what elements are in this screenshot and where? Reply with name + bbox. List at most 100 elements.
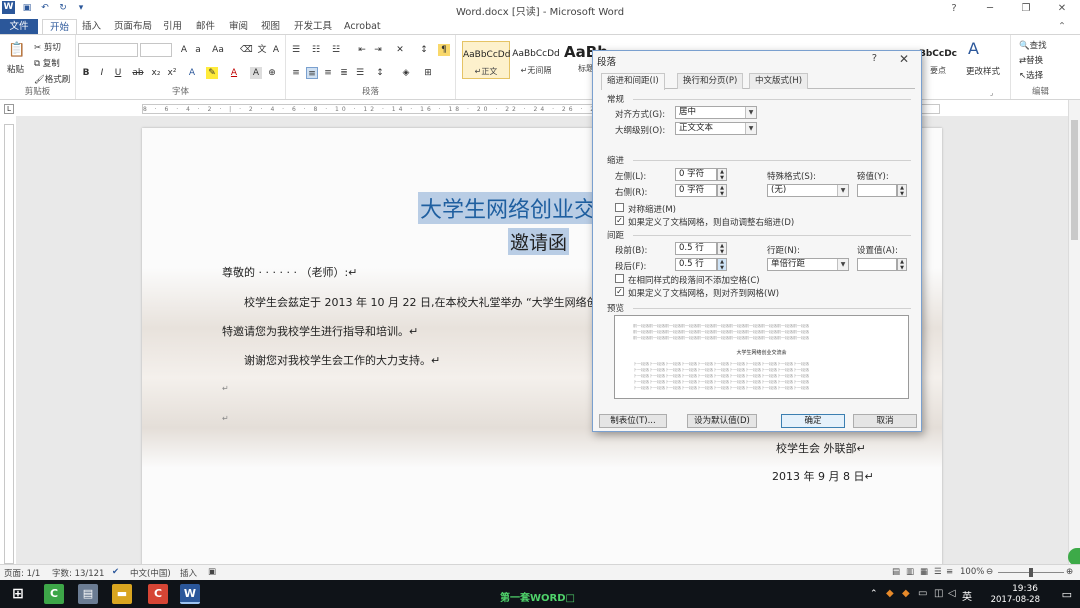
by-value-spinner[interactable]: ▲ ▼	[897, 184, 907, 197]
dialog-close-button[interactable]: ✕	[899, 52, 909, 66]
tray-app-icon[interactable]: ◆	[902, 588, 910, 599]
zoom-slider-thumb[interactable]	[1029, 568, 1033, 577]
outline-level-select[interactable]: 正文文本 ▼	[675, 122, 757, 135]
increase-indent-icon[interactable]: ⇥	[372, 44, 384, 56]
tab-line-page-breaks[interactable]: 换行和分页(P)	[677, 73, 744, 89]
tab-references[interactable]: 引用	[163, 19, 182, 34]
style-normal[interactable]: AaBbCcDd ↵正文	[462, 41, 510, 79]
line-spacing-select[interactable]: 单倍行距 ▼	[767, 258, 849, 271]
tab-review[interactable]: 审阅	[229, 19, 248, 34]
start-icon[interactable]: ⊞	[8, 584, 28, 604]
snap-to-grid-checkbox[interactable]: ✓	[615, 287, 624, 296]
format-painter-button[interactable]: 🖌格式刷	[34, 73, 70, 85]
macro-record-icon[interactable]: ▣	[208, 567, 216, 577]
scrollbar-thumb[interactable]	[1071, 120, 1078, 240]
distributed-icon[interactable]: ☰	[354, 67, 366, 79]
camtasia-icon[interactable]: C	[44, 584, 64, 604]
tab-developer[interactable]: 开发工具	[294, 19, 332, 34]
bullets-icon[interactable]: ☰	[290, 44, 302, 56]
font-color-icon[interactable]: A	[228, 67, 240, 79]
superscript-icon[interactable]: x²	[166, 67, 178, 79]
recorder-icon[interactable]: C	[148, 584, 168, 604]
align-right-icon[interactable]: ≡	[322, 67, 334, 79]
special-format-select[interactable]: (无) ▼	[767, 184, 849, 197]
space-before-spinner[interactable]: ▲ ▼	[717, 242, 727, 255]
alignment-select[interactable]: 居中 ▼	[675, 106, 757, 119]
tab-asian-typography[interactable]: 中文版式(H)	[749, 73, 809, 89]
grow-font-icon[interactable]: A	[178, 44, 190, 56]
char-shading-icon[interactable]: A	[250, 67, 262, 79]
ime-indicator[interactable]: 英	[962, 588, 972, 603]
doc-heading-1[interactable]: 大学生网络创业交	[418, 192, 599, 224]
set-value-spinner[interactable]: ▲ ▼	[897, 258, 907, 271]
highlight-icon[interactable]: ✎	[206, 67, 218, 79]
sort-icon[interactable]: ↕	[418, 44, 430, 56]
chevron-down-icon[interactable]: ▼	[745, 107, 756, 118]
italic-icon[interactable]: I	[96, 67, 108, 79]
snap-to-grid-label[interactable]: 如果定义了文档网格，则对齐到网格(W)	[628, 287, 779, 299]
style-no-spacing[interactable]: AaBbCcDd ↵无间隔	[512, 41, 560, 79]
clock-time[interactable]: 19:36	[1012, 584, 1038, 594]
change-case-icon[interactable]: Aa	[212, 44, 224, 56]
page-count[interactable]: 页面: 1/1	[4, 567, 40, 579]
tab-view[interactable]: 视图	[261, 19, 280, 34]
copy-button[interactable]: ⧉ 复制	[34, 57, 60, 69]
tab-insert[interactable]: 插入	[82, 19, 101, 34]
shading-icon[interactable]: ◈	[400, 67, 412, 79]
auto-adjust-indent-label[interactable]: 如果定义了文档网格，则自动调整右缩进(D)	[628, 216, 794, 228]
cut-button[interactable]: ✂ 剪切	[34, 41, 61, 53]
chevron-down-icon[interactable]: ▼	[837, 259, 848, 270]
left-indent-input[interactable]: 0 字符	[675, 168, 717, 181]
battery-icon[interactable]: ▭	[918, 588, 927, 599]
volume-icon[interactable]: ◁	[948, 588, 956, 599]
auto-adjust-indent-checkbox[interactable]: ✓	[615, 216, 624, 225]
multilevel-list-icon[interactable]: ☳	[330, 44, 342, 56]
insert-mode[interactable]: 插入	[180, 567, 197, 579]
tabs-button[interactable]: 制表位(T)...	[599, 414, 667, 428]
notepad-icon[interactable]: ▤	[78, 584, 98, 604]
subscript-icon[interactable]: x₂	[150, 67, 162, 79]
right-indent-input[interactable]: 0 字符	[675, 184, 717, 197]
justify-icon[interactable]: ≣	[338, 67, 350, 79]
style-emphasis[interactable]: BbCcDc 要点	[918, 41, 958, 79]
replace-button[interactable]: ⇄替换	[1019, 54, 1043, 66]
help-icon[interactable]: ?	[936, 0, 972, 17]
view-web-icon[interactable]: ▦	[920, 567, 928, 577]
notifications-icon[interactable]: ▭	[1062, 588, 1072, 601]
view-outline-icon[interactable]: ☰	[934, 567, 942, 577]
ok-button[interactable]: 确定	[781, 414, 845, 428]
view-print-layout-icon[interactable]: ▤	[892, 567, 900, 577]
font-name-combo[interactable]	[78, 43, 138, 57]
space-after-input[interactable]: 0.5 行	[675, 258, 717, 271]
decrease-indent-icon[interactable]: ⇤	[356, 44, 368, 56]
set-value-input[interactable]	[857, 258, 897, 271]
tab-mailings[interactable]: 邮件	[196, 19, 215, 34]
doc-heading-2[interactable]: 邀请函	[508, 228, 570, 255]
show-marks-icon[interactable]: ¶	[438, 44, 450, 56]
paste-label[interactable]: 粘贴	[7, 63, 24, 75]
no-space-same-style-checkbox[interactable]	[615, 274, 624, 283]
tab-indents-spacing[interactable]: 缩进和间距(I)	[601, 73, 665, 90]
mirror-indent-checkbox[interactable]	[615, 203, 624, 212]
tab-home[interactable]: 开始	[42, 19, 78, 34]
by-value-input[interactable]	[857, 184, 897, 197]
clear-format-icon[interactable]: ⌫	[240, 44, 253, 56]
chevron-down-icon[interactable]: ▼	[745, 123, 756, 134]
proofing-icon[interactable]: ✔	[112, 567, 119, 577]
word-taskbar-icon[interactable]: W	[180, 584, 200, 604]
doc-paragraph-3[interactable]: 谢谢您对我校学生会工作的大力支持。↵	[244, 352, 440, 368]
tab-page-layout[interactable]: 页面布局	[114, 19, 152, 34]
clock-date[interactable]: 2017-08-28	[991, 595, 1040, 605]
change-styles-icon[interactable]: A	[968, 39, 979, 58]
space-after-spinner[interactable]: ▲ ▼	[717, 258, 727, 271]
asian-layout-icon[interactable]: ✕	[394, 44, 406, 56]
zoom-level[interactable]: 100%	[960, 567, 984, 577]
minimize-button[interactable]: ─	[972, 0, 1008, 17]
right-indent-spinner[interactable]: ▲ ▼	[717, 184, 727, 197]
strikethrough-icon[interactable]: ab	[132, 67, 144, 79]
line-spacing-icon[interactable]: ↕	[374, 67, 386, 79]
collapse-ribbon-icon[interactable]: ⌃	[1058, 19, 1066, 34]
align-center-icon[interactable]: ≡	[306, 67, 318, 79]
doc-paragraph-1[interactable]: 校学生会兹定于 2013 年 10 月 22 日,在本校大礼堂举办 “大学生网络…	[244, 294, 598, 310]
char-border-icon[interactable]: A	[270, 44, 282, 56]
